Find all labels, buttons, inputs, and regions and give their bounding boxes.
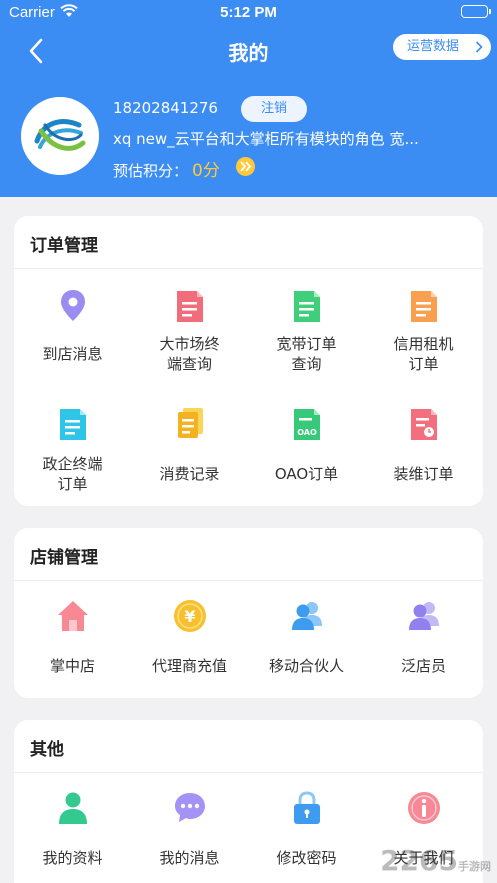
other-item-my-profile[interactable]: 我的资料 [14,790,131,870]
phone-number: 18202841276 [113,99,218,117]
house-icon [58,601,88,631]
oao-document-icon: OAO [294,409,320,440]
operations-data-button[interactable]: 运营数据 [393,34,491,60]
document-icon [294,291,320,322]
order-item-label-line2: 订单 [57,475,88,493]
battery-icon [461,5,491,18]
order-management-title: 订单管理 [30,236,98,256]
order-item-credit-rental[interactable]: 信用租机 订单 [365,288,482,380]
yuan-coin-icon: ¥ [174,600,206,632]
other-item-label: 修改密码 [276,849,337,867]
order-item-consumption-record[interactable]: 消费记录 [131,406,248,486]
other-item-label: 我的资料 [42,849,103,867]
location-pin-icon [61,290,85,321]
order-item-broadband-query[interactable]: 宽带订单 查询 [248,288,365,380]
avatar[interactable] [21,97,99,175]
watermark-sub: 手游网 [458,860,491,873]
status-bar: Carrier 5:12 PM [0,0,497,26]
order-item-oao[interactable]: OAO OAO订单 [248,406,365,486]
divider [14,772,483,773]
order-item-label: OAO订单 [274,465,339,483]
order-item-market-terminal[interactable]: 大市场终 端查询 [131,288,248,380]
store-item-agent-recharge[interactable]: ¥ 代理商充值 [131,598,248,678]
other-title: 其他 [30,740,64,760]
store-item-label: 泛店员 [400,657,446,675]
svg-text:OAO: OAO [297,428,317,437]
info-icon [408,792,440,824]
svg-text:¥: ¥ [184,607,195,626]
other-item-change-password[interactable]: 修改密码 [248,790,365,870]
other-item-label: 我的消息 [159,849,220,867]
chevron-right-icon [475,41,483,53]
china-mobile-logo-icon [21,97,99,175]
store-item-label: 代理商充值 [151,657,227,675]
document-icon [177,291,203,322]
store-item-mobile-partner[interactable]: 移动合伙人 [248,598,365,678]
store-management-card: 店铺管理 掌中店 ¥ 代理商充值 移动合伙人 泛店员 [14,528,483,698]
clock: 5:12 PM [220,4,277,21]
document-icon [60,409,86,440]
divider [14,268,483,269]
people-icon [292,602,322,630]
people-icon [409,602,439,630]
role-description: xq new_云平台和大掌柜所有模块的角色 宽... [113,130,419,148]
points-label: 预估积分： [113,162,189,180]
estimated-points: 预估积分： 0分 [113,156,220,181]
double-chevron-right-icon [240,161,252,172]
order-item-enterprise-terminal[interactable]: 政企终端 订单 [14,406,131,496]
store-management-title: 店铺管理 [30,548,98,568]
store-item-general-staff[interactable]: 泛店员 [365,598,482,678]
operations-data-label: 运营数据 [407,39,460,54]
points-value: 0分 [192,161,220,181]
points-detail-button[interactable] [236,157,255,176]
order-item-label-line2: 查询 [291,355,322,373]
lock-icon [294,791,320,824]
order-item-label: 装维订单 [393,465,454,483]
order-item-label-line1: 大市场终 [159,335,220,353]
store-item-label: 掌中店 [49,657,95,675]
divider [14,580,483,581]
order-item-label: 到店消息 [42,345,103,363]
order-item-label-line2: 订单 [408,355,439,373]
chat-bubble-icon [175,793,205,822]
order-management-card: 订单管理 到店消息 大市场终 端查询 宽带订单 查询 信用租机 订单 政企终端 … [14,216,483,506]
other-item-my-messages[interactable]: 我的消息 [131,790,248,870]
order-item-installation[interactable]: 装维订单 [365,406,482,486]
order-item-label-line1: 信用租机 [393,335,454,353]
document-clock-icon [411,409,437,440]
order-item-store-message[interactable]: 到店消息 [14,288,131,370]
order-item-label-line1: 政企终端 [42,455,103,473]
profile-header: Carrier 5:12 PM 我的 运营数据 18202841276 注销 x… [0,0,497,197]
order-item-label: 消费记录 [159,465,220,483]
order-item-label-line1: 宽带订单 [276,335,337,353]
logout-button[interactable]: 注销 [241,96,307,122]
store-item-label: 移动合伙人 [268,657,344,675]
person-icon [59,792,87,824]
watermark-text: 2265 [380,844,458,877]
document-icon [411,291,437,322]
watermark-logo: 2265手游网 [380,844,491,877]
order-item-label-line2: 端查询 [166,355,212,373]
stacked-documents-icon [178,408,203,438]
store-item-pocket-store[interactable]: 掌中店 [14,598,131,678]
